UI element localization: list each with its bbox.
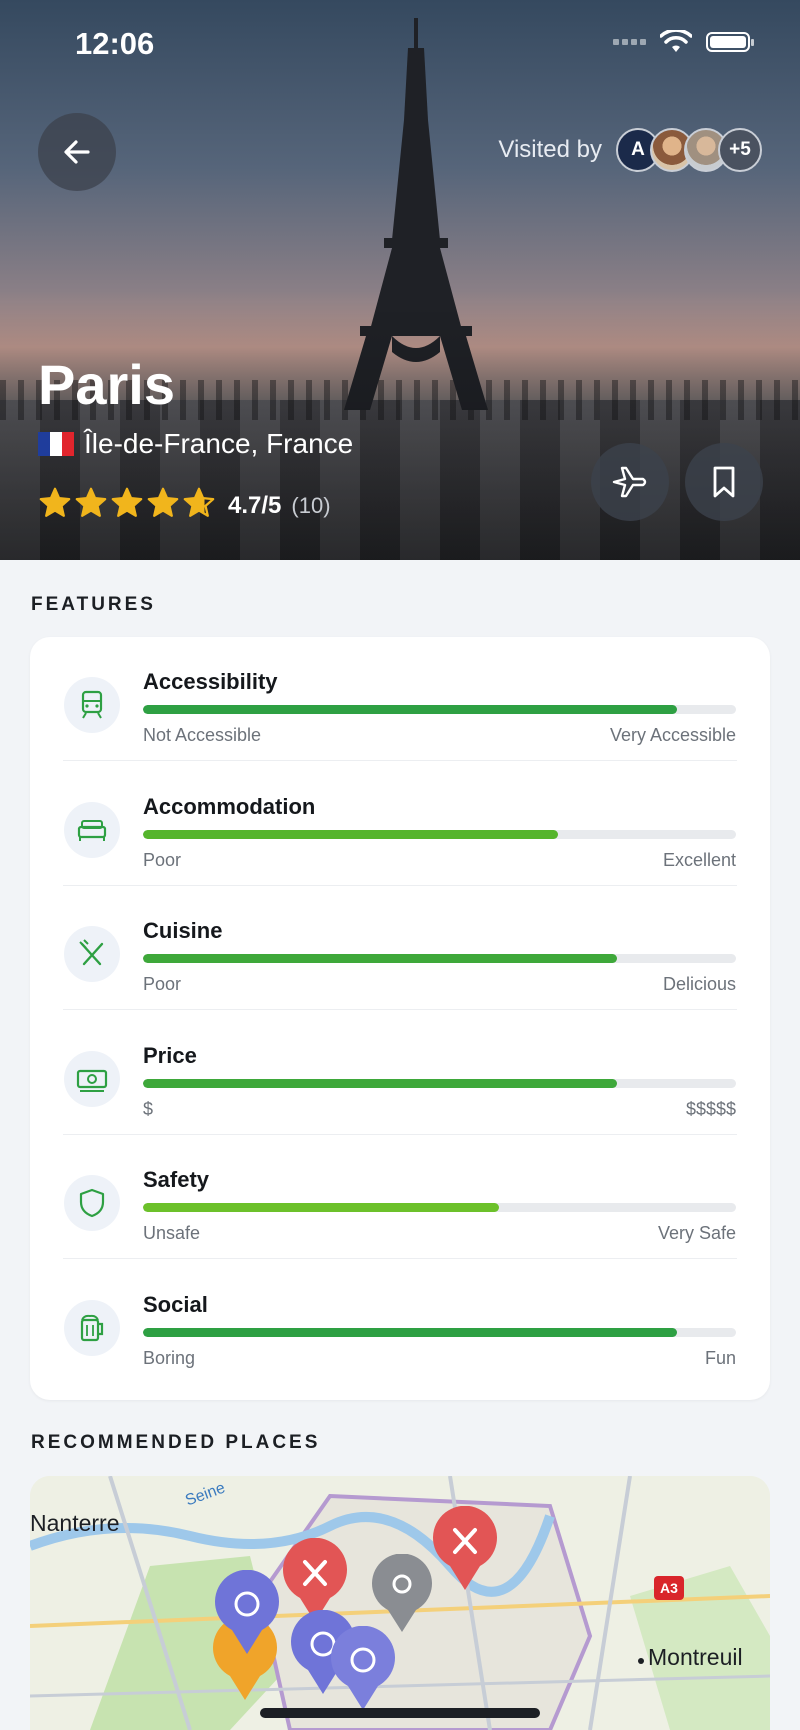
beer-icon (80, 1314, 104, 1341)
map-label-montreuil: Montreuil (648, 1644, 743, 1670)
location-label: Île-de-France, France (84, 428, 354, 459)
feature-low-label: Not Accessible (143, 725, 262, 745)
features-card: Accessibility Not Accessible Very Accessib… (30, 637, 770, 1400)
feature-row-safety: Safety Unsafe Very Safe (30, 1135, 770, 1259)
france-flag-icon (38, 432, 74, 456)
status-time: 12:06 (75, 26, 155, 61)
back-button[interactable] (38, 113, 116, 191)
train-icon (81, 690, 103, 719)
map-road-badge: A3 (654, 1576, 684, 1600)
bookmark-button[interactable] (685, 443, 763, 521)
feature-icon-wrap (64, 1299, 120, 1356)
feature-low-label: Unsafe (143, 1223, 201, 1243)
rating: 4.7/5 (10) (38, 486, 331, 525)
features-heading: FEATURES (31, 594, 156, 615)
feature-name: Price (143, 1042, 197, 1068)
feature-bar (143, 954, 736, 963)
star-rating (38, 486, 216, 525)
location: Île-de-France, France (38, 428, 353, 460)
star-icon (146, 486, 180, 525)
feature-icon-wrap (64, 1175, 120, 1231)
feature-low-label: Poor (143, 974, 182, 994)
feature-row-accessibility: Accessibility Not Accessible Very Accessib… (30, 637, 770, 761)
feature-bar-fill (143, 1203, 499, 1212)
feature-low-label: Poor (143, 849, 182, 870)
map-city-dot (638, 1658, 644, 1664)
feature-row-accommodation: Accommodation Poor Excellent (30, 762, 770, 886)
wifi-icon (660, 30, 692, 52)
recommended-heading: RECOMMENDED PLACES (31, 1432, 321, 1453)
battery-icon (706, 32, 754, 52)
star-icon (74, 486, 108, 525)
feature-row-cuisine: Cuisine Poor Delicious (30, 886, 770, 1010)
feature-row-social: Social Boring Fun (30, 1260, 770, 1384)
feature-high-label: Very Safe (657, 1223, 736, 1243)
feature-low-label: Boring (143, 1347, 196, 1368)
feature-icon-wrap (64, 677, 120, 733)
feature-high-label: Delicious (662, 974, 736, 994)
rating-count: (10) (291, 492, 331, 518)
visited-by[interactable]: Visited by A +5 (498, 128, 762, 172)
star-icon (110, 486, 144, 525)
feature-bar-fill (143, 1327, 677, 1337)
home-indicator (260, 1708, 540, 1718)
money-icon (76, 1069, 108, 1092)
feature-icon-wrap (64, 1050, 120, 1107)
feature-bar-fill (143, 1078, 618, 1088)
feature-bar-fill (143, 829, 559, 839)
feature-bar (143, 1327, 736, 1337)
bed-icon (77, 819, 107, 841)
visitor-avatars[interactable]: A +5 (616, 128, 762, 172)
map-pin-art[interactable] (212, 1569, 282, 1661)
feature-name: Social (143, 1291, 208, 1317)
feature-low-label: $ (143, 1098, 154, 1119)
flights-button[interactable] (591, 443, 669, 521)
feature-high-label: Very Accessible (609, 725, 736, 745)
fork-knife-icon (79, 939, 104, 966)
feature-bar-fill (143, 954, 618, 963)
map-pin-art[interactable] (328, 1625, 398, 1717)
map-pin-restaurant[interactable] (430, 1505, 500, 1597)
feature-high-label: $$$$$ (685, 1098, 736, 1119)
star-icon (38, 486, 72, 525)
feature-bar (143, 1078, 736, 1088)
feature-name: Safety (143, 1167, 210, 1192)
feature-name: Accessibility (143, 669, 278, 694)
status-icons (613, 30, 754, 54)
feature-icon-wrap (64, 801, 120, 858)
feature-bar (143, 1203, 736, 1212)
feature-row-price: Price $ $$$$$ (30, 1011, 770, 1135)
map-label-nanterre: Nanterre (30, 1510, 120, 1536)
star-icon (182, 486, 216, 525)
hero-image (0, 0, 800, 560)
rating-value: 4.7/5 (228, 491, 282, 519)
arrow-left-icon (64, 140, 90, 164)
feature-bar-fill (143, 705, 677, 714)
visited-by-label: Visited by (498, 136, 602, 163)
feature-bar (143, 705, 736, 714)
bookmark-icon (713, 466, 735, 498)
feature-high-label: Fun (704, 1347, 736, 1368)
feature-name: Accommodation (143, 793, 316, 819)
recommended-map[interactable]: Nanterre Montreuil Seine A3 (30, 1476, 770, 1730)
airplane-icon (612, 466, 647, 498)
more-visitors-badge[interactable]: +5 (718, 128, 762, 172)
feature-bar (143, 829, 736, 839)
cellular-signal-icon (613, 39, 646, 45)
page-title: Paris (38, 353, 175, 416)
feature-high-label: Excellent (662, 849, 736, 870)
shield-icon (79, 1188, 105, 1218)
feature-icon-wrap (64, 926, 120, 982)
feature-name: Cuisine (143, 918, 223, 943)
